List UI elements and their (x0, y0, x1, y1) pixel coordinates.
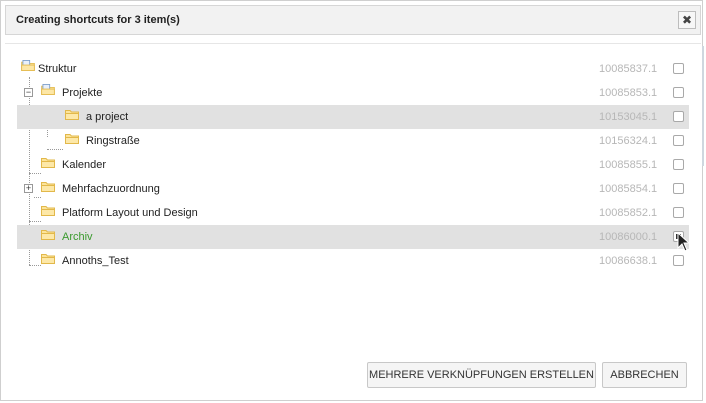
row-checkbox[interactable] (673, 159, 684, 170)
tree-label: Projekte (62, 87, 103, 99)
mouse-cursor-icon (677, 232, 691, 252)
tree-label: Ringstraße (86, 135, 140, 147)
tree-row-platform-layout[interactable]: Platform Layout und Design 10085852.1 (17, 201, 689, 225)
tree-row-annoths-test[interactable]: Annoths_Test 10086638.1 (17, 249, 689, 273)
folder-icon (41, 254, 55, 264)
item-id: 10085855.1 (599, 159, 658, 171)
root-folder-icon (41, 84, 55, 95)
scrollbar[interactable] (702, 46, 704, 166)
tree-row-mehrfachzuordnung[interactable]: + Mehrfachzuordnung 10085854.1 (17, 177, 689, 201)
create-shortcuts-button[interactable]: MEHRERE VERKNÜPFUNGEN ERSTELLEN (367, 362, 596, 388)
title-divider (5, 43, 701, 44)
tree-label: Kalender (62, 159, 107, 171)
tree-label: Mehrfachzuordnung (62, 183, 160, 195)
row-checkbox[interactable] (673, 135, 684, 146)
item-id: 10085852.1 (599, 207, 658, 219)
item-id: 10086638.1 (599, 255, 658, 267)
tree-row-a-project[interactable]: a project 10153045.1 (17, 105, 689, 129)
row-checkbox[interactable] (673, 207, 684, 218)
folder-icon (41, 206, 55, 216)
root-folder-icon (21, 60, 35, 71)
folder-icon (41, 230, 55, 240)
item-id: 10086000.1 (599, 231, 658, 243)
tree-label: Platform Layout und Design (62, 207, 198, 219)
item-id: 10153045.1 (599, 111, 658, 123)
tree-row-kalender[interactable]: Kalender 10085855.1 (17, 153, 689, 177)
folder-icon (41, 182, 55, 192)
tree-row-archiv[interactable]: Archiv 10086000.1 (17, 225, 689, 249)
row-checkbox[interactable] (673, 87, 684, 98)
row-checkbox[interactable] (673, 255, 684, 266)
tree-label: a project (86, 111, 129, 123)
tree-label: Annoths_Test (62, 255, 129, 267)
folder-icon (65, 134, 79, 144)
close-button[interactable]: ✖ (678, 11, 696, 29)
folder-icon (65, 110, 79, 120)
dialog-titlebar: Creating shortcuts for 3 item(s) ✖ (5, 5, 701, 35)
row-checkbox[interactable] (673, 111, 684, 122)
tree-label: Struktur (38, 63, 77, 75)
item-id: 10156324.1 (599, 135, 658, 147)
cancel-button[interactable]: ABBRECHEN (602, 362, 687, 388)
tree-row-projekte[interactable]: − Projekte 10085853.1 (17, 81, 689, 105)
folder-icon (41, 158, 55, 168)
collapse-toggle[interactable]: − (24, 88, 33, 97)
row-checkbox[interactable] (673, 63, 684, 74)
tree-row-struktur[interactable]: Struktur 10085837.1 (17, 57, 689, 81)
tree-row-ringstrasse[interactable]: Ringstraße 10156324.1 (17, 129, 689, 153)
row-checkbox[interactable] (673, 183, 684, 194)
dialog-title: Creating shortcuts for 3 item(s) (16, 14, 180, 26)
tree-label: Archiv (62, 231, 93, 243)
expand-toggle[interactable]: + (24, 184, 33, 193)
create-shortcuts-dialog: Creating shortcuts for 3 item(s) ✖ Struk… (0, 0, 704, 401)
item-id: 10085837.1 (599, 63, 658, 75)
close-icon: ✖ (681, 13, 693, 27)
item-id: 10085854.1 (599, 183, 658, 195)
item-id: 10085853.1 (599, 87, 658, 99)
